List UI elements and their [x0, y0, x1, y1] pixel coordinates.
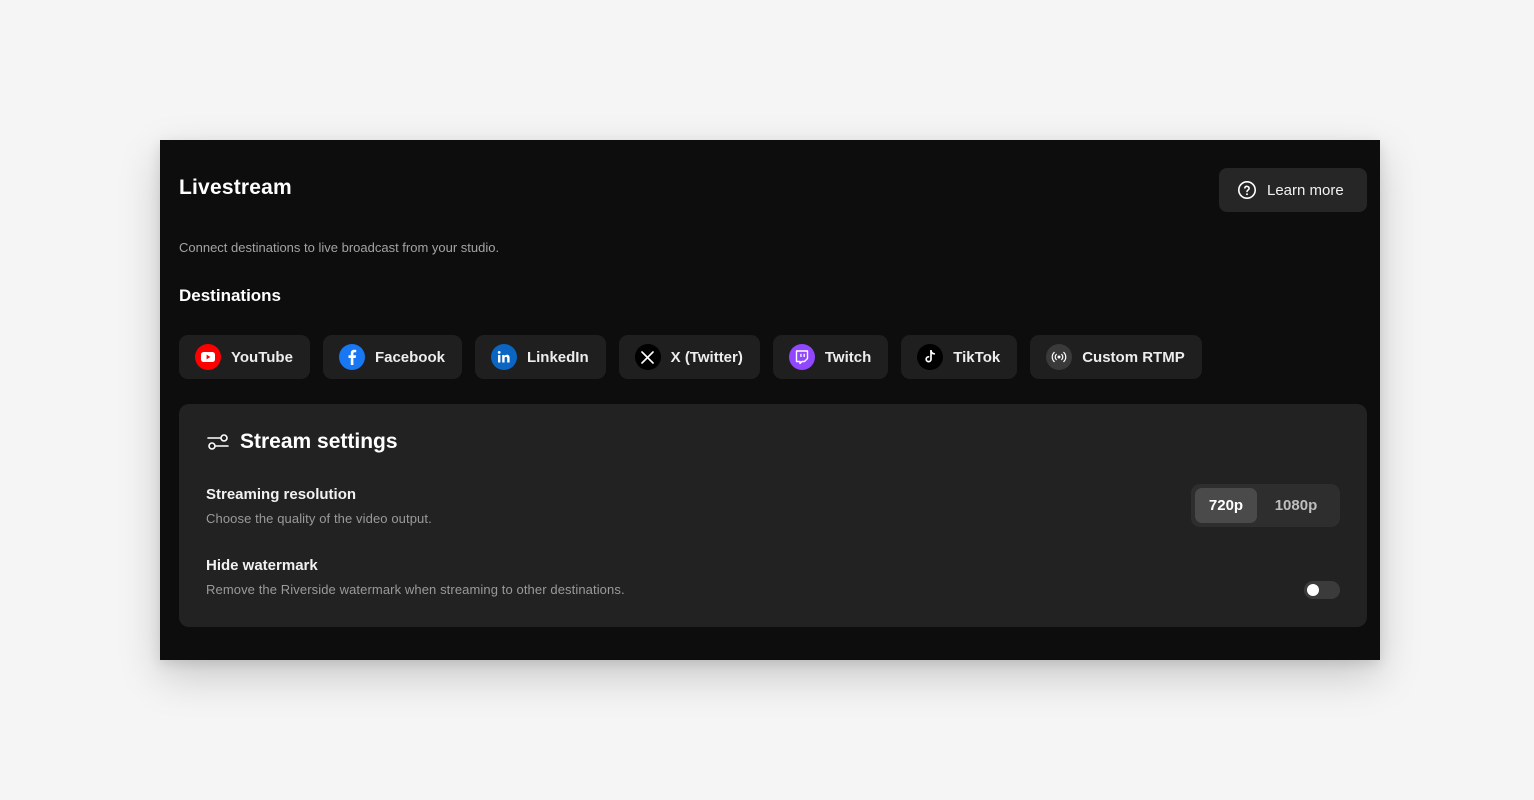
hide-watermark-toggle[interactable] — [1304, 581, 1340, 599]
facebook-icon — [338, 344, 365, 370]
page-title: Livestream — [179, 176, 292, 199]
destination-label: Custom RTMP — [1082, 348, 1185, 366]
streaming-resolution-title: Streaming resolution — [206, 486, 357, 503]
destinations-heading: Destinations — [179, 286, 282, 305]
hide-watermark-title: Hide watermark — [206, 557, 318, 574]
learn-more-button[interactable]: Learn more — [1219, 168, 1367, 212]
youtube-icon — [195, 344, 221, 370]
livestream-panel: Livestream Learn more Connect destinatio… — [160, 140, 1380, 660]
stream-settings-title: Stream settings — [240, 430, 398, 453]
destination-custom-rtmp-button[interactable]: Custom RTMP — [1030, 335, 1202, 379]
stream-settings-card: Stream settings Streaming resolution Cho… — [179, 404, 1367, 627]
destination-facebook-button[interactable]: Facebook — [322, 335, 462, 379]
destination-tiktok-button[interactable]: TikTok — [901, 335, 1018, 379]
destination-x-twitter-button[interactable]: X (Twitter) — [618, 335, 760, 379]
broadcast-icon — [1046, 344, 1073, 370]
toggle-knob — [1307, 584, 1319, 596]
linkedin-icon — [490, 344, 517, 370]
x-twitter-icon — [634, 344, 661, 370]
twitch-icon — [788, 344, 815, 370]
destination-label: TikTok — [953, 348, 1001, 366]
page-subtitle: Connect destinations to live broadcast f… — [179, 240, 500, 255]
destination-label: Twitch — [824, 348, 872, 366]
destination-label: Facebook — [374, 348, 445, 366]
resolution-option-720p[interactable]: 720p — [1195, 488, 1257, 523]
destination-label: YouTube — [231, 348, 293, 366]
destination-youtube-button[interactable]: YouTube — [179, 335, 310, 379]
resolution-option-1080p[interactable]: 1080p — [1259, 488, 1333, 523]
streaming-resolution-description: Choose the quality of the video output. — [206, 511, 432, 526]
learn-more-label: Learn more — [1267, 181, 1344, 199]
stream-settings-heading: Stream settings — [206, 430, 398, 454]
destination-label: X (Twitter) — [670, 348, 743, 366]
sliders-icon — [206, 433, 230, 451]
tiktok-icon — [917, 344, 944, 370]
destination-linkedin-button[interactable]: LinkedIn — [474, 335, 606, 379]
destination-label: LinkedIn — [526, 348, 589, 366]
resolution-selector: 720p 1080p — [1191, 484, 1340, 527]
help-circle-icon — [1237, 180, 1257, 200]
destinations-list: YouTube Facebook LinkedIn X (Twitter) Tw — [179, 335, 1202, 379]
destination-twitch-button[interactable]: Twitch — [772, 335, 889, 379]
hide-watermark-description: Remove the Riverside watermark when stre… — [206, 582, 625, 597]
